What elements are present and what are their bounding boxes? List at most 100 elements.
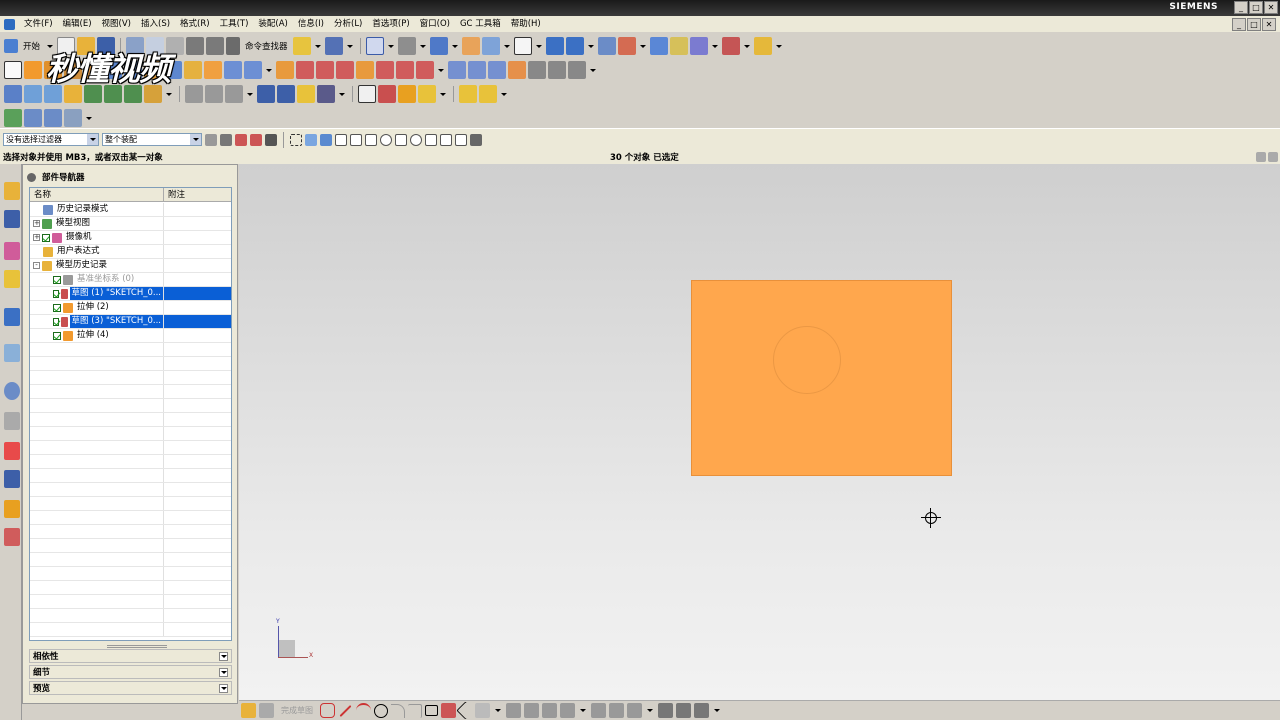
assembly-dropdown-icon[interactable] — [314, 44, 321, 48]
user-tools-icon[interactable] — [459, 85, 477, 103]
sketch-settings-icon[interactable] — [676, 703, 691, 718]
menu-assembly[interactable]: 装配(A) — [253, 16, 292, 32]
shell-icon[interactable] — [184, 61, 202, 79]
tool-dropdown-icon[interactable] — [339, 92, 345, 96]
measure-angle-icon[interactable] — [205, 85, 223, 103]
restore-button[interactable]: □ — [1249, 1, 1263, 14]
select-body-icon[interactable] — [265, 133, 277, 146]
column-name[interactable]: 名称 — [30, 188, 164, 201]
triangle-icon[interactable] — [358, 85, 376, 103]
assembly-load-icon[interactable] — [292, 37, 311, 55]
pin-icon[interactable] — [27, 172, 36, 182]
manufacturing-wizards-tab-icon[interactable] — [4, 470, 20, 488]
display-icon[interactable] — [669, 37, 688, 55]
collapse-icon[interactable]: - — [33, 262, 40, 269]
preview-panel[interactable]: 预览 — [29, 681, 232, 695]
profile-icon[interactable] — [320, 703, 335, 718]
visibility-checkbox[interactable] — [53, 303, 61, 312]
menu-window[interactable]: 窗口(O) — [415, 16, 455, 32]
sketch-tools-dropdown-icon[interactable] — [647, 709, 653, 712]
intersect-icon[interactable] — [336, 61, 354, 79]
selection-filter-select[interactable]: 没有选择过滤器 — [3, 133, 99, 146]
snap-quadrant-icon[interactable] — [425, 133, 437, 146]
chamfer-sketch-icon[interactable] — [408, 703, 422, 718]
make-corner-icon[interactable] — [542, 703, 557, 718]
transform-dropdown-icon[interactable] — [711, 44, 718, 48]
lock-icon[interactable] — [418, 85, 436, 103]
frame-dropdown-icon[interactable] — [535, 44, 542, 48]
chevron-down-icon[interactable] — [219, 667, 228, 677]
fit-view-icon[interactable] — [365, 37, 384, 55]
roles-tab-icon[interactable] — [4, 500, 20, 518]
part-navigator-tab-icon[interactable] — [4, 242, 20, 260]
tree-row[interactable]: 拉伸 (2) — [30, 301, 231, 315]
visibility-checkbox[interactable] — [53, 317, 59, 326]
layer-icon[interactable] — [461, 37, 480, 55]
snap-dropdown-icon[interactable] — [587, 44, 594, 48]
assembly-tools-dropdown-icon[interactable] — [166, 92, 172, 96]
menu-info[interactable]: 信息(I) — [293, 16, 329, 32]
tree-row[interactable]: - 模型历史记录 — [30, 259, 231, 273]
chevron-down-icon[interactable] — [219, 683, 228, 693]
point-icon[interactable] — [721, 37, 740, 55]
snap-center-icon[interactable] — [410, 133, 422, 146]
surface-dropdown-icon[interactable] — [590, 68, 596, 72]
view-select-icon[interactable] — [305, 133, 317, 146]
rectangle-icon[interactable] — [425, 705, 438, 716]
status-close-icon[interactable] — [1268, 152, 1278, 162]
snap-line-icon[interactable] — [365, 133, 377, 146]
circular-hole-edge[interactable] — [773, 326, 841, 394]
menu-help[interactable]: 帮助(H) — [506, 16, 546, 32]
menu-analysis[interactable]: 分析(L) — [329, 16, 367, 32]
show-constraints-icon[interactable] — [627, 703, 642, 718]
selection-tools-icon[interactable] — [597, 37, 616, 55]
snap-arc-icon[interactable] — [380, 133, 392, 146]
check-mate-icon[interactable] — [4, 109, 22, 127]
thread-icon[interactable] — [356, 61, 374, 79]
status-options-icon[interactable] — [1256, 152, 1266, 162]
orange-block-part[interactable] — [691, 280, 952, 476]
undo-icon[interactable] — [186, 37, 205, 55]
view-dropdown-icon[interactable] — [387, 44, 394, 48]
chevron-down-icon[interactable] — [219, 651, 228, 661]
finish-sketch-icon[interactable] — [259, 703, 274, 718]
dependencies-panel[interactable]: 相依性 — [29, 649, 232, 663]
dimension-icon[interactable] — [591, 703, 606, 718]
offset-curve-icon[interactable] — [475, 703, 490, 718]
start-button[interactable]: 开始 — [23, 40, 40, 52]
ruler-icon[interactable] — [753, 37, 772, 55]
report-icon[interactable] — [44, 109, 62, 127]
assembly-nav-icon[interactable] — [4, 85, 22, 103]
sync-icon[interactable] — [649, 37, 668, 55]
auto-constrain-icon[interactable] — [609, 703, 624, 718]
finish-sketch-button[interactable]: 完成草图 — [281, 705, 313, 716]
feature-dropdown-icon[interactable] — [266, 68, 272, 72]
tree-row[interactable]: + 摄像机 — [30, 231, 231, 245]
cone-icon[interactable] — [297, 85, 315, 103]
orient-dropdown-icon[interactable] — [451, 44, 458, 48]
sketch-display-icon[interactable] — [658, 703, 673, 718]
line-icon[interactable] — [339, 704, 352, 717]
constraint-navigator-tab-icon[interactable] — [4, 210, 20, 228]
doc-close-button[interactable]: ✕ — [1262, 18, 1276, 31]
snap-intersection-icon[interactable] — [395, 133, 407, 146]
solid-select-icon[interactable] — [320, 133, 332, 146]
snap-existing-icon[interactable] — [440, 133, 452, 146]
snap-point-icon[interactable] — [565, 37, 584, 55]
menu-gc-toolbox[interactable]: GC 工具箱 — [455, 16, 506, 32]
subtract-icon[interactable] — [316, 61, 334, 79]
system-scenes-tab-icon[interactable] — [4, 528, 20, 546]
filter-settings-icon[interactable] — [220, 133, 232, 146]
measure-tools-dropdown-icon[interactable] — [247, 92, 253, 96]
render-style-icon[interactable] — [397, 37, 416, 55]
polygon-icon[interactable] — [441, 703, 456, 718]
drafting-dropdown-icon[interactable] — [440, 92, 446, 96]
menu-edit[interactable]: 编辑(E) — [58, 16, 97, 32]
measure-dropdown-icon[interactable] — [346, 44, 353, 48]
constraints-dropdown-icon[interactable] — [580, 709, 586, 712]
mirror-icon[interactable] — [296, 61, 314, 79]
system-materials-tab-icon[interactable] — [4, 412, 20, 430]
select-face-icon[interactable] — [250, 133, 262, 146]
history-tab-icon[interactable] — [4, 382, 20, 400]
expand-icon[interactable]: + — [33, 220, 40, 227]
